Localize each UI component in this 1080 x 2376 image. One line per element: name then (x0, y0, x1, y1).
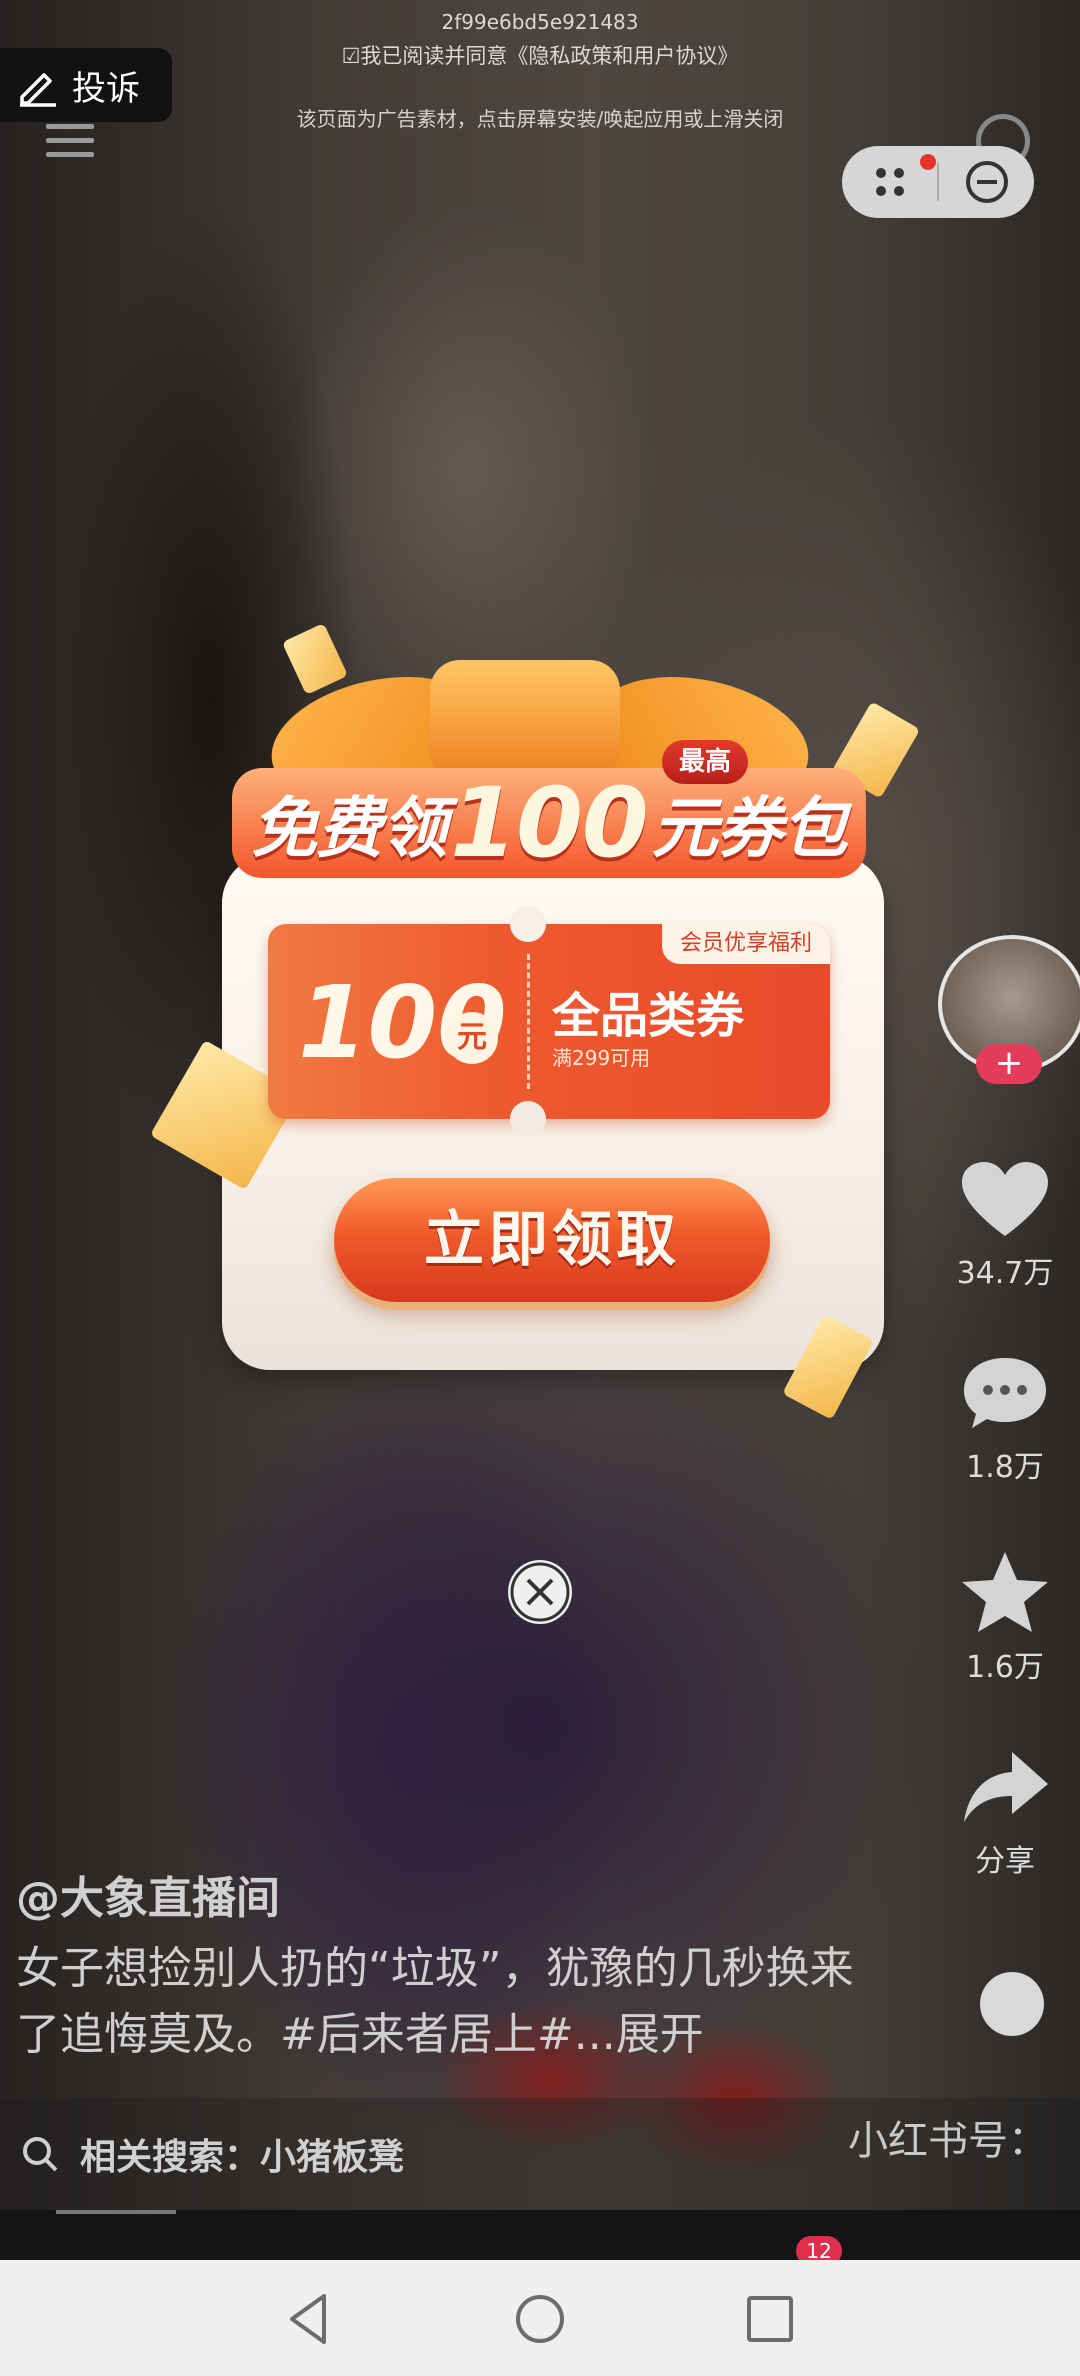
heart-icon (962, 1162, 1048, 1236)
complain-label: 投诉 (72, 68, 140, 109)
bottom-tab-bar (0, 2210, 1080, 2260)
xiaohongshu-id[interactable]: 小红书号： (848, 2108, 1048, 2166)
ad-id-text: 2f99e6bd5e921483 (441, 10, 639, 34)
author-name[interactable]: @大象直播间 (16, 1862, 280, 1926)
complain-button[interactable]: 投诉 (0, 48, 172, 122)
claim-now-button[interactable]: 立即领取 (334, 1178, 770, 1302)
notification-dot (920, 154, 936, 170)
coupon-unit: 元 (446, 1012, 498, 1064)
like-count: 34.7万 (956, 1256, 1054, 1291)
share-label: 分享 (975, 1844, 1035, 1879)
coupon-condition: 满299可用 (552, 1046, 651, 1070)
close-icon (510, 1562, 570, 1622)
share-button[interactable]: 分享 (930, 1748, 1080, 1880)
system-navigation-bar (0, 2260, 1080, 2376)
video-caption[interactable]: 女子想捡别人扔的“垃圾”，犹豫的几秒换来了追悔莫及。#后来者居上#...展开 (16, 1936, 896, 2068)
more-dots-icon[interactable] (842, 146, 937, 218)
favorite-button[interactable]: 1.6万 (930, 1550, 1080, 1686)
home-icon[interactable] (513, 2292, 567, 2346)
related-search-text: 相关搜索：小猪板凳 (80, 2137, 405, 2178)
comment-button[interactable]: 1.8万 (930, 1354, 1080, 1486)
follow-button[interactable]: + (976, 1044, 1042, 1084)
coupon-card[interactable]: 100 元 全品类券 满299可用 会员优享福利 (268, 906, 830, 1137)
minimize-icon[interactable] (939, 146, 1034, 218)
floating-chat-button[interactable] (980, 1972, 1044, 2036)
coupon-title: 全品类券 (552, 988, 745, 1044)
star-icon (962, 1552, 1048, 1632)
share-icon (964, 1752, 1048, 1822)
back-icon[interactable] (284, 2292, 334, 2346)
comment-count: 1.8万 (966, 1450, 1044, 1485)
favorite-count: 1.6万 (966, 1650, 1044, 1685)
member-tag: 会员优享福利 (661, 924, 830, 964)
gift-knot-icon (430, 660, 620, 780)
banner-prefix: 免费领 (251, 790, 447, 867)
active-tab-indicator (56, 2210, 176, 2214)
comment-icon (964, 1358, 1046, 1428)
menu-icon[interactable] (46, 124, 94, 164)
recents-icon[interactable] (743, 2292, 797, 2346)
max-tag: 最高 (662, 740, 748, 784)
search-icon (23, 2137, 58, 2172)
like-button[interactable]: 34.7万 (930, 1160, 1080, 1292)
edit-icon (20, 73, 56, 107)
banner-suffix: 元券包 (651, 790, 848, 867)
miniapp-capsule (842, 146, 1034, 218)
promo-banner: 免费领 100 元券包 (232, 767, 866, 879)
banner-number: 100 (450, 767, 648, 879)
close-popup-button[interactable] (508, 1560, 572, 1624)
